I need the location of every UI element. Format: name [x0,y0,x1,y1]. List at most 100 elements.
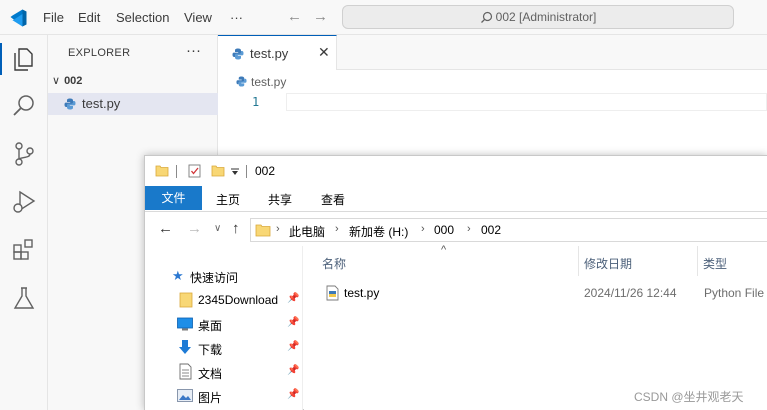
navigation-pane: ★ 快速访问 2345Download 📌 桌面 📌 下载 📌 文档 📌 图片 … [145,246,303,410]
folder-icon [155,165,169,177]
menu-view[interactable]: View [184,10,212,25]
document-icon [179,363,192,380]
nav-label: 下载 [198,343,223,357]
files-icon[interactable] [10,45,38,73]
column-divider[interactable] [697,246,698,276]
menu-file[interactable]: File [43,10,64,25]
nav-label: 快速访问 [190,271,239,285]
file-name: test.py [344,286,380,300]
nav-label: 2345Download [198,293,279,307]
column-modified[interactable]: 修改日期 [584,255,632,272]
pin-icon[interactable]: 📌 [287,341,299,352]
nav-label: 文档 [198,367,223,381]
star-icon: ★ [172,268,184,283]
address-bar[interactable]: › 此电脑 › 新加卷 (H:) › 000 › 002 [250,218,767,242]
menu-selection[interactable]: Selection [116,10,169,25]
testing-icon[interactable] [10,284,38,312]
tab-share[interactable]: 共享 [268,191,292,208]
forward-arrow-icon[interactable]: → [313,8,328,25]
forward-arrow-icon[interactable]: → [187,220,202,237]
column-type[interactable]: 类型 [703,255,727,272]
address-folder-000[interactable]: 000 [434,223,454,237]
file-test-py[interactable]: test.py [48,93,218,115]
address-drive[interactable]: 新加卷 (H:) [349,223,408,240]
run-debug-icon[interactable] [10,188,38,216]
watermark: CSDN @坐井观老天 [634,390,744,404]
ribbon-tabs: 文件 主页 共享 查看 [145,186,767,212]
new-folder-icon[interactable] [211,164,225,178]
tab-test-py[interactable]: test.py ✕ [218,35,337,70]
chevron-right-icon[interactable]: › [421,223,425,235]
file-label: test.py [82,96,121,111]
explorer-title: EXPLORER [68,47,131,59]
picture-icon [177,389,193,402]
nav-quick-access[interactable]: ★ 快速访问 [145,264,303,288]
file-modified: 2024/11/26 12:44 [584,286,677,300]
nav-2345download[interactable]: 2345Download 📌 [145,288,303,312]
chevron-right-icon[interactable]: › [335,223,339,235]
back-arrow-icon[interactable]: ← [158,220,173,237]
title-divider [246,165,247,178]
file-row[interactable]: test.py 2024/11/26 12:44 Python File [304,282,767,304]
address-folder-002[interactable]: 002 [481,223,501,237]
chevron-down-icon: ∨ [52,75,61,87]
python-file-icon [232,48,244,60]
nav-desktop[interactable]: 桌面 📌 [145,312,303,336]
pin-icon[interactable]: 📌 [287,317,299,328]
file-explorer-window: 002 文件 主页 共享 查看 ← → ∨ ↑ › 此电脑 › 新加卷 (H:)… [144,155,767,410]
python-file-icon [64,98,76,110]
column-name[interactable]: 名称 [322,255,346,272]
menu-edit[interactable]: Edit [78,10,100,25]
address-row: ← → ∨ ↑ › 此电脑 › 新加卷 (H:) › 000 › 002 [145,212,767,246]
recent-locations-icon[interactable]: ∨ [214,223,221,234]
folder-icon [255,224,271,237]
explorer-titlebar: 002 [145,156,767,186]
source-control-icon[interactable] [10,140,38,168]
activity-bar [0,35,48,410]
current-line-highlight[interactable] [286,93,767,111]
desktop-icon [177,317,193,331]
sort-caret-icon: ^ [441,244,447,256]
search-icon [480,11,492,23]
editor-tabstrip: test.py ✕ [218,35,767,70]
tab-view[interactable]: 查看 [321,191,345,208]
pin-icon[interactable]: 📌 [287,365,299,376]
breadcrumb[interactable]: test.py [236,75,286,89]
explorer-more-button[interactable]: ··· [186,42,201,59]
pin-icon[interactable]: 📌 [287,293,299,304]
line-number: 1 [252,95,260,109]
vscode-logo-icon [10,9,27,27]
vscode-titlebar: File Edit Selection View ··· ← → 002 [Ad… [0,0,767,35]
address-this-pc[interactable]: 此电脑 [289,223,325,240]
back-arrow-icon[interactable]: ← [287,8,302,25]
breadcrumb-file: test.py [251,75,287,89]
nav-documents[interactable]: 文档 📌 [145,360,303,384]
extensions-icon[interactable] [10,236,38,264]
tab-home[interactable]: 主页 [216,191,240,208]
properties-icon[interactable] [188,164,201,178]
up-arrow-icon[interactable]: ↑ [232,220,240,237]
search-text: 002 [Administrator] [495,10,597,24]
search-icon[interactable] [10,92,38,120]
nav-downloads[interactable]: 下载 📌 [145,336,303,360]
chevron-right-icon[interactable]: › [467,223,471,235]
command-center-search[interactable]: 002 [Administrator] [342,5,734,29]
chevron-right-icon[interactable]: › [276,223,280,235]
window-title: 002 [255,164,276,178]
file-list-pane: ^ ^ 名称 修改日期 类型 test.py 2024/11/26 12:44 … [304,244,767,410]
menu-more[interactable]: ··· [230,10,243,25]
tab-file[interactable]: 文件 [145,186,202,210]
python-file-icon [326,285,339,301]
nav-label: 图片 [198,391,223,405]
nav-pictures[interactable]: 图片 📌 [145,384,303,408]
folder-icon [179,292,193,308]
close-icon[interactable]: ✕ [318,44,330,61]
pin-icon[interactable]: 📌 [287,389,299,400]
title-divider [176,165,177,178]
column-divider[interactable] [578,246,579,276]
customize-toolbar-icon[interactable] [231,168,239,176]
python-file-icon [236,76,247,87]
tab-label: test.py [250,46,289,61]
nav-label: 桌面 [198,319,223,333]
folder-002[interactable]: ∨ 002 [52,74,82,87]
